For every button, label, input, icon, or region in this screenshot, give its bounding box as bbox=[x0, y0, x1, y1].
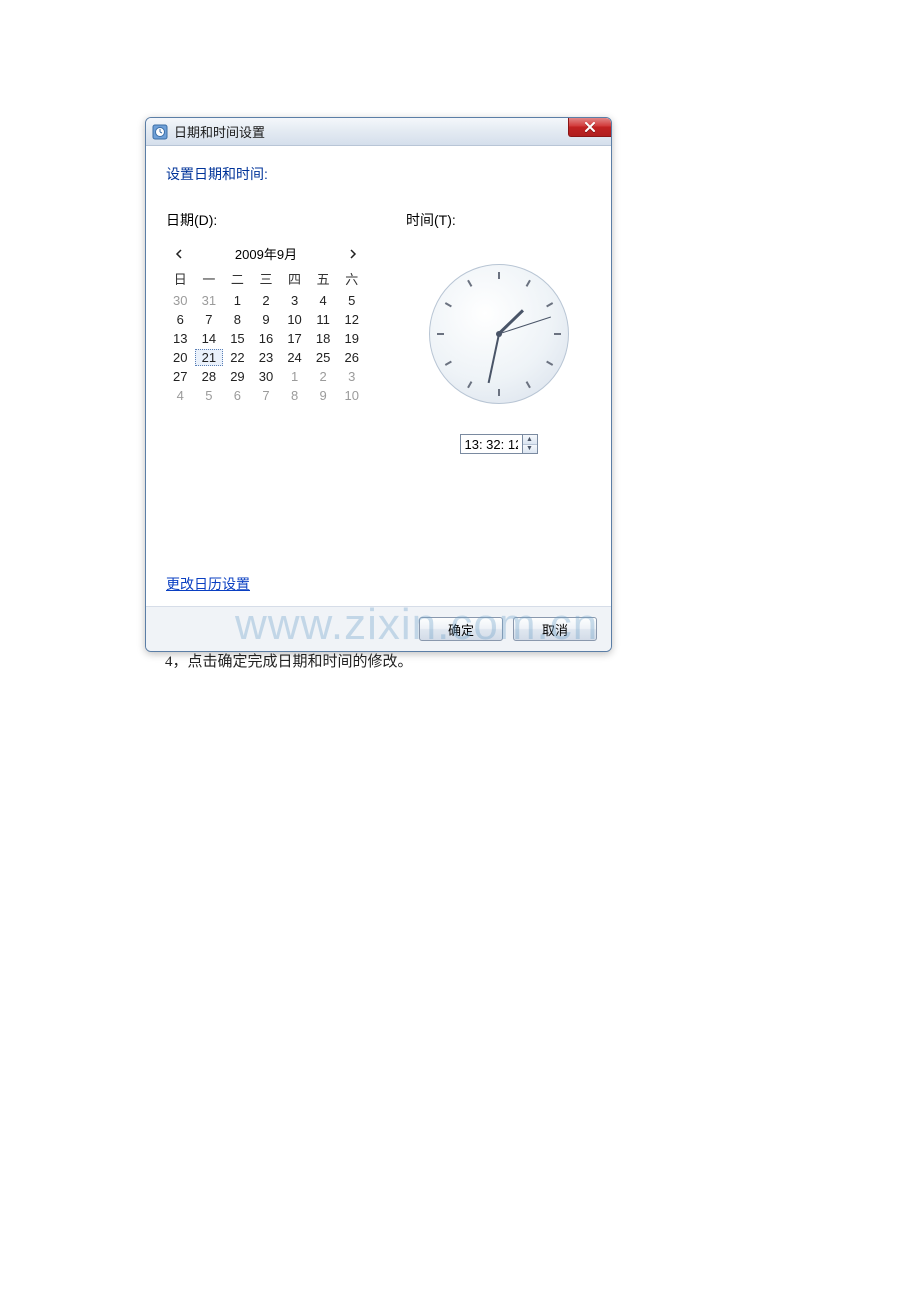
calendar-day[interactable]: 9 bbox=[309, 387, 338, 404]
calendar-day[interactable]: 18 bbox=[309, 330, 338, 347]
ok-button[interactable]: 确定 bbox=[419, 617, 503, 641]
date-time-settings-dialog: 日期和时间设置 设置日期和时间: 日期(D): 2009年9月 bbox=[145, 117, 612, 652]
calendar-day[interactable]: 17 bbox=[280, 330, 309, 347]
calendar-day[interactable]: 2 bbox=[252, 292, 281, 309]
caption-text: 4，点击确定完成日期和时间的修改。 bbox=[165, 650, 413, 671]
change-calendar-settings-link[interactable]: 更改日历设置 bbox=[166, 576, 250, 592]
calendar-day[interactable]: 11 bbox=[309, 311, 338, 328]
spinner-down-button[interactable]: ▼ bbox=[523, 445, 537, 454]
time-label: 时间(T): bbox=[406, 210, 456, 230]
calendar-day[interactable]: 27 bbox=[166, 368, 195, 385]
calendar-day[interactable]: 20 bbox=[166, 349, 195, 366]
calendar-dow: 二 bbox=[223, 269, 252, 290]
time-spinner[interactable]: ▲ ▼ bbox=[522, 434, 538, 454]
spinner-up-button[interactable]: ▲ bbox=[523, 435, 537, 445]
subtitle: 设置日期和时间: bbox=[166, 164, 591, 184]
calendar-day[interactable]: 23 bbox=[252, 349, 281, 366]
calendar-day[interactable]: 16 bbox=[252, 330, 281, 347]
dialog-body: 设置日期和时间: 日期(D): 2009年9月 日一二三四五六303112345… bbox=[146, 146, 611, 606]
calendar-day[interactable]: 26 bbox=[337, 349, 366, 366]
calendar-day[interactable]: 7 bbox=[195, 311, 224, 328]
calendar-day[interactable]: 5 bbox=[337, 292, 366, 309]
calendar-day[interactable]: 19 bbox=[337, 330, 366, 347]
calendar-dow: 日 bbox=[166, 269, 195, 290]
calendar-day[interactable]: 24 bbox=[280, 349, 309, 366]
calendar-day[interactable]: 25 bbox=[309, 349, 338, 366]
calendar-dow: 一 bbox=[195, 269, 224, 290]
calendar-day[interactable]: 1 bbox=[223, 292, 252, 309]
calendar-dow: 五 bbox=[309, 269, 338, 290]
time-input[interactable] bbox=[460, 434, 522, 454]
calendar-day[interactable]: 9 bbox=[252, 311, 281, 328]
calendar-day[interactable]: 22 bbox=[223, 349, 252, 366]
calendar-day[interactable]: 10 bbox=[280, 311, 309, 328]
calendar-day[interactable]: 15 bbox=[223, 330, 252, 347]
calendar-day[interactable]: 8 bbox=[223, 311, 252, 328]
calendar-day[interactable]: 30 bbox=[166, 292, 195, 309]
calendar-dow: 六 bbox=[337, 269, 366, 290]
calendar-day[interactable]: 28 bbox=[195, 368, 224, 385]
next-month-button[interactable] bbox=[346, 247, 360, 261]
calendar-day[interactable]: 8 bbox=[280, 387, 309, 404]
titlebar[interactable]: 日期和时间设置 bbox=[146, 118, 611, 146]
calendar-day[interactable]: 6 bbox=[223, 387, 252, 404]
window-icon bbox=[152, 124, 168, 140]
calendar-dow: 三 bbox=[252, 269, 281, 290]
calendar-day[interactable]: 4 bbox=[309, 292, 338, 309]
analog-clock bbox=[429, 264, 569, 404]
calendar-day[interactable]: 5 bbox=[195, 387, 224, 404]
date-label: 日期(D): bbox=[166, 210, 376, 230]
close-button[interactable] bbox=[568, 117, 612, 137]
calendar-day[interactable]: 21 bbox=[195, 349, 224, 366]
calendar-day[interactable]: 10 bbox=[337, 387, 366, 404]
cancel-button[interactable]: 取消 bbox=[513, 617, 597, 641]
window-title: 日期和时间设置 bbox=[174, 122, 265, 141]
calendar-day[interactable]: 3 bbox=[280, 292, 309, 309]
calendar-day[interactable]: 30 bbox=[252, 368, 281, 385]
calendar-day[interactable]: 13 bbox=[166, 330, 195, 347]
calendar-month-label[interactable]: 2009年9月 bbox=[186, 244, 346, 263]
calendar[interactable]: 2009年9月 日一二三四五六3031123456789101112131415… bbox=[166, 240, 366, 404]
calendar-day[interactable]: 29 bbox=[223, 368, 252, 385]
calendar-day[interactable]: 12 bbox=[337, 311, 366, 328]
calendar-day[interactable]: 2 bbox=[309, 368, 338, 385]
calendar-day[interactable]: 7 bbox=[252, 387, 281, 404]
dialog-footer: 确定 取消 bbox=[146, 606, 611, 651]
calendar-day[interactable]: 31 bbox=[195, 292, 224, 309]
calendar-day[interactable]: 3 bbox=[337, 368, 366, 385]
calendar-dow: 四 bbox=[280, 269, 309, 290]
calendar-day[interactable]: 6 bbox=[166, 311, 195, 328]
calendar-day[interactable]: 14 bbox=[195, 330, 224, 347]
calendar-day[interactable]: 1 bbox=[280, 368, 309, 385]
prev-month-button[interactable] bbox=[172, 247, 186, 261]
calendar-day[interactable]: 4 bbox=[166, 387, 195, 404]
